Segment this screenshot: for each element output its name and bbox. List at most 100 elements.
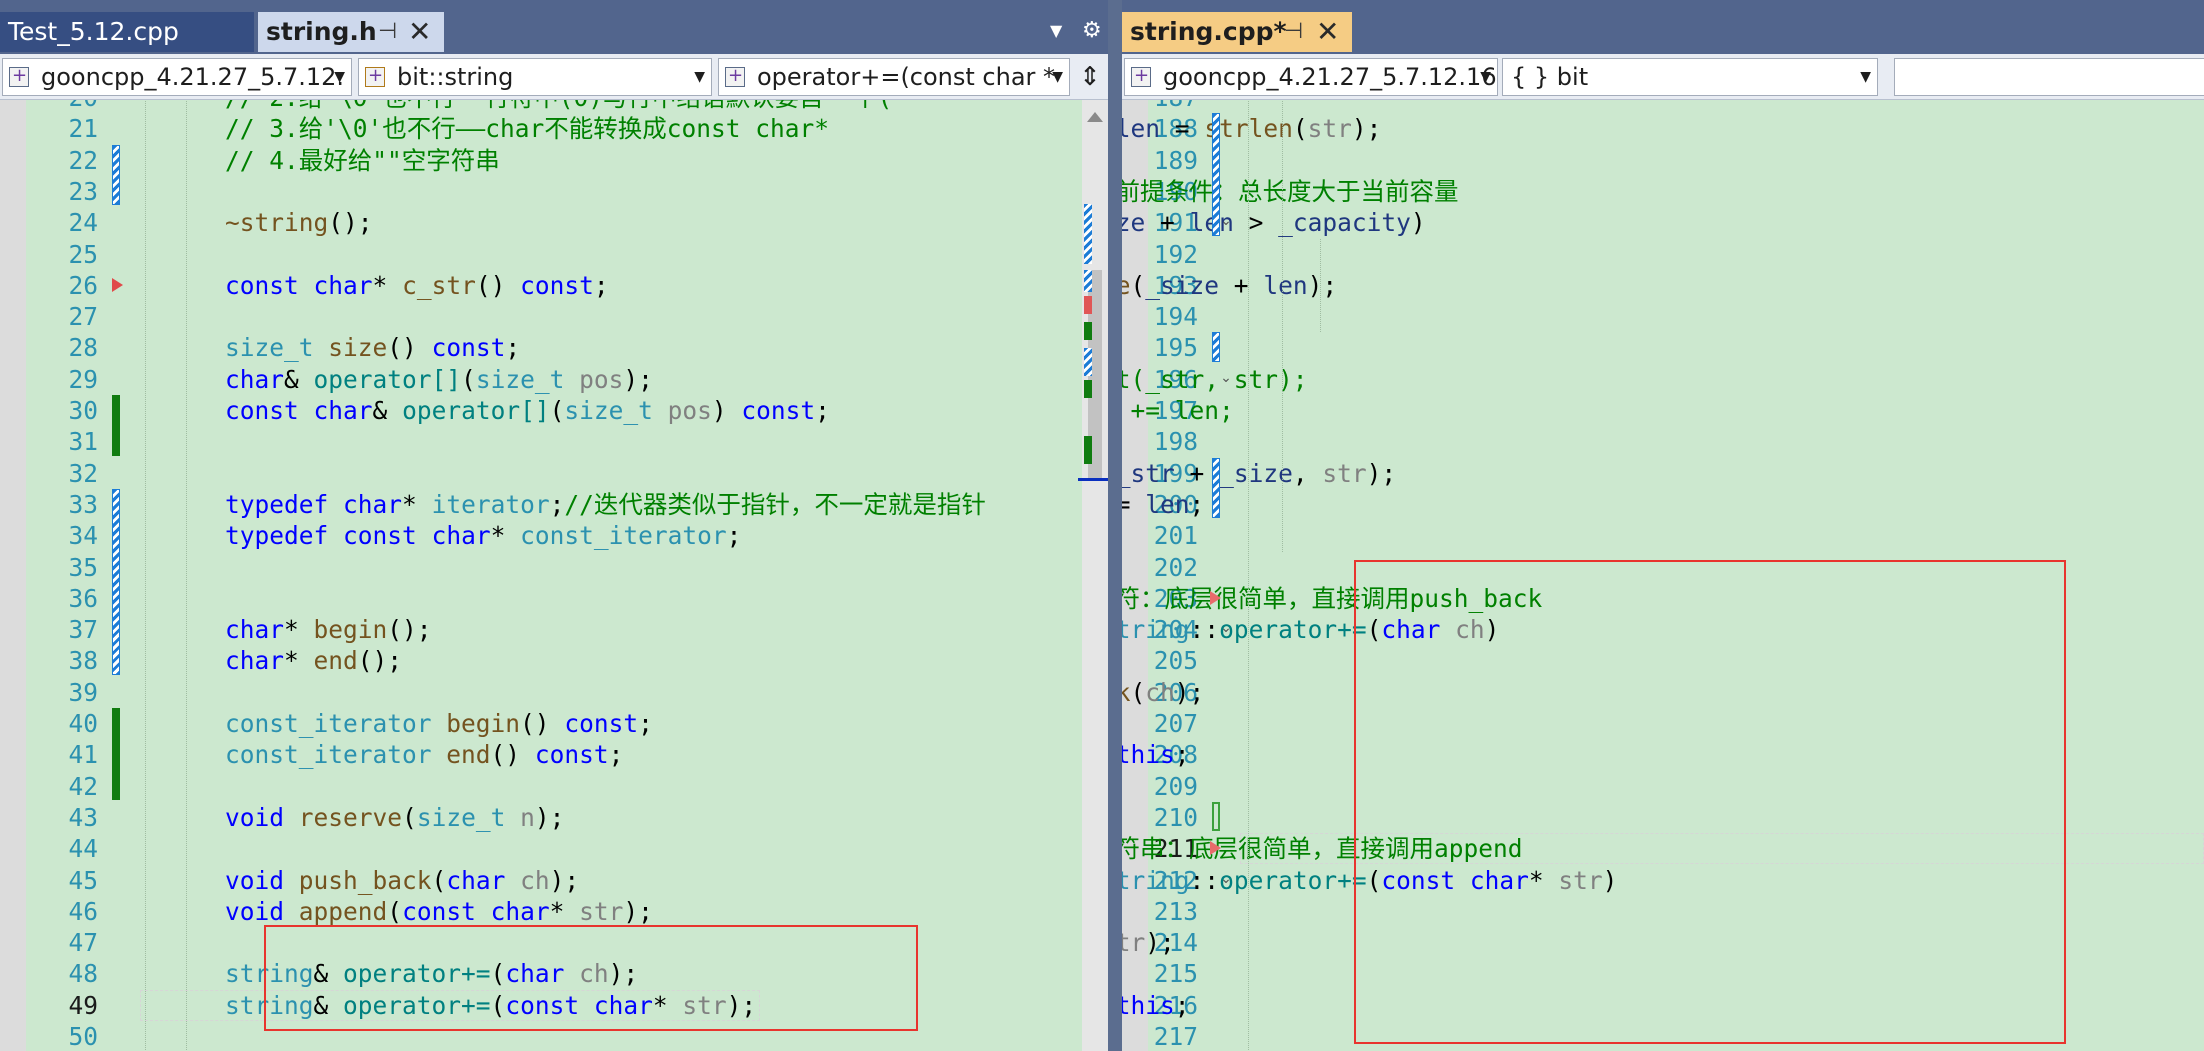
code-line[interactable]: 30 const char& operator[](size_t pos) con… (0, 395, 1108, 426)
code-line[interactable]: 195 (1122, 332, 2204, 363)
code-line[interactable]: 46 void append(const char* str); (0, 896, 1108, 927)
code-line[interactable]: 36 (0, 583, 1108, 614)
code-line[interactable]: 27 (0, 301, 1108, 332)
gear-icon[interactable]: ⚙ (1082, 18, 1102, 44)
line-number: 24 (68, 208, 98, 238)
fold-toggle-icon[interactable]: ⌄ (1219, 371, 1233, 386)
line-number: 41 (68, 740, 98, 770)
line-number: 187 (1122, 100, 1198, 113)
code-line[interactable]: 44 (0, 833, 1108, 864)
scope-dropdown[interactable]: { } bit ▼ (1502, 58, 1878, 96)
code-line[interactable]: 34 typedef const char* const_iterator; (0, 520, 1108, 551)
code-text: // 2.给'\0'也不行——行符中(0)与行中结语默认要自——个(' (225, 100, 907, 113)
breakpoint-marker-icon[interactable] (1210, 841, 1221, 856)
code-line[interactable]: 32 (0, 458, 1108, 489)
line-number: 202 (1153, 552, 1198, 582)
project-icon (9, 59, 29, 94)
line-number: 29 (68, 364, 98, 394)
fold-toggle-icon[interactable]: ⌄ (1219, 214, 1233, 229)
line-number: 192 (1153, 239, 1198, 269)
code-line[interactable]: 31 (0, 426, 1108, 457)
code-line[interactable]: 201} (1122, 520, 2204, 551)
line-number: 213 (1153, 896, 1198, 926)
code-line[interactable]: 193reserve(_size + len); (1122, 270, 2204, 301)
project-icon (1131, 59, 1151, 94)
code-line[interactable]: 23 (0, 176, 1108, 207)
code-line[interactable]: 35 (0, 552, 1108, 583)
line-number: 50 (68, 1022, 98, 1051)
code-line[interactable]: 190//扩容的前提条件：总长度大于当前容量 (1122, 176, 2204, 207)
code-line[interactable]: 40 const_iterator begin() const; (0, 708, 1108, 739)
breakpoint-marker-icon[interactable] (1210, 590, 1221, 605)
tab-test-5-12-cpp[interactable]: Test_5.12.cpp (0, 12, 254, 52)
code-line[interactable]: 28 size_t size() const; (0, 332, 1108, 363)
tab-string-cpp[interactable]: string.cpp* ⊣ ✕ (1122, 12, 1352, 52)
code-line[interactable]: 21 // 3.给'\0'也不行——char不能转换成const char* (0, 113, 1108, 144)
code-line[interactable]: 43 void reserve(size_t n); (0, 802, 1108, 833)
fold-toggle-icon[interactable]: ⌄ (1219, 872, 1233, 887)
code-line[interactable]: 194} (1122, 301, 2204, 332)
code-line[interactable]: 20 // 2.给'\0'也不行——行符中(0)与行中结语默认要自——个(' (0, 100, 1108, 113)
code-line[interactable]: 38 char* end(); (0, 645, 1108, 676)
code-line[interactable]: 24 ~string(); (0, 207, 1108, 238)
code-line[interactable]: 33 typedef char* iterator;//迭代器类似于指针，不一定就… (0, 489, 1108, 520)
scroll-marker-unsaved (1084, 204, 1092, 264)
code-line[interactable]: 45 void push_back(char ch); (0, 865, 1108, 896)
pane-splitter[interactable] (1108, 0, 1122, 1051)
code-line[interactable]: 197//_size += len; (1122, 395, 2204, 426)
scroll-marker-error (1084, 296, 1092, 314)
code-line[interactable]: 198 (1122, 426, 2204, 457)
code-line[interactable]: 189 (1122, 145, 2204, 176)
code-line[interactable]: 39 (0, 677, 1108, 708)
fold-toggle-icon[interactable]: ⌄ (1219, 621, 1233, 636)
indent-guide (186, 100, 187, 1051)
code-line[interactable]: 26 const char* c_str() const; (0, 270, 1108, 301)
project-dropdown[interactable]: gooncpp_4.21.27_5.7.12.16 ▼ (1124, 58, 1498, 96)
code-line[interactable]: 29 char& operator[](size_t pos); (0, 364, 1108, 395)
line-number: 31 (68, 427, 98, 457)
code-text: // 3.给'\0'也不行——char不能转换成const char* (225, 114, 830, 144)
right-highlight-box (1354, 560, 2066, 1044)
code-line[interactable]: 22 // 4.最好给""空字符串 (0, 145, 1108, 176)
scroll-marker-unsaved (1084, 270, 1092, 292)
close-icon[interactable]: ✕ (1316, 12, 1339, 52)
code-line[interactable]: 41 const_iterator end() const; (0, 739, 1108, 770)
project-label: gooncpp_4.21.27_5.7.12. (41, 63, 345, 91)
right-editor-pane: string.cpp* ⊣ ✕ gooncpp_4.21.27_5.7.12.1… (1122, 0, 2204, 1051)
tab-string-h[interactable]: string.h ⊣ ✕ (258, 12, 444, 52)
pin-icon[interactable]: ⊣ (1284, 12, 1303, 52)
code-line[interactable]: 188size_t len = strlen(str); (1122, 113, 2204, 144)
scroll-up-arrow-icon[interactable] (1087, 112, 1103, 122)
code-text: char* begin(); (225, 615, 432, 645)
breakpoint-marker-icon[interactable] (112, 277, 123, 292)
code-line[interactable]: 191if (_size + len > _capacity) (1122, 207, 2204, 238)
pin-icon[interactable]: ⊣ (378, 12, 397, 52)
code-text: ~string(); (225, 208, 373, 238)
code-line[interactable]: 25 (0, 239, 1108, 270)
line-number: 23 (68, 176, 98, 206)
line-number: 34 (68, 521, 98, 551)
line-number: 39 (68, 677, 98, 707)
code-line[interactable]: 187{ (1122, 100, 2204, 113)
line-number: 32 (68, 458, 98, 488)
code-line[interactable]: 196//strcat(_str, str); (1122, 364, 2204, 395)
code-line[interactable]: 42 (0, 771, 1108, 802)
dropdown-arrow-icon[interactable]: ▼ (1050, 18, 1062, 44)
member-dropdown[interactable]: operator+=(const char * ▼ (718, 58, 1070, 96)
project-dropdown[interactable]: gooncpp_4.21.27_5.7.12. ▼ (2, 58, 352, 96)
line-number: 46 (68, 896, 98, 926)
code-line[interactable]: 199strcpy(_str + _size, str); (1122, 458, 2204, 489)
scope-dropdown[interactable]: bit::string ▼ (358, 58, 712, 96)
chevron-down-icon: ▼ (1480, 69, 1491, 85)
close-icon[interactable]: ✕ (408, 12, 431, 52)
left-code-editor[interactable]: 20 // 2.给'\0'也不行——行符中(0)与行中结语默认要自——个(' 21 /… (0, 100, 1108, 1051)
line-number: 217 (1153, 1022, 1198, 1051)
member-dropdown[interactable] (1894, 58, 2204, 96)
split-view-icon[interactable]: ⇕ (1077, 62, 1103, 94)
code-line[interactable]: 200_size += len; (1122, 489, 2204, 520)
change-indicator (112, 488, 120, 675)
change-indicator (112, 708, 120, 800)
left-vertical-scrollbar[interactable] (1078, 100, 1108, 1051)
code-line[interactable]: 37 char* begin(); (0, 614, 1108, 645)
code-line[interactable]: 192{ (1122, 239, 2204, 270)
